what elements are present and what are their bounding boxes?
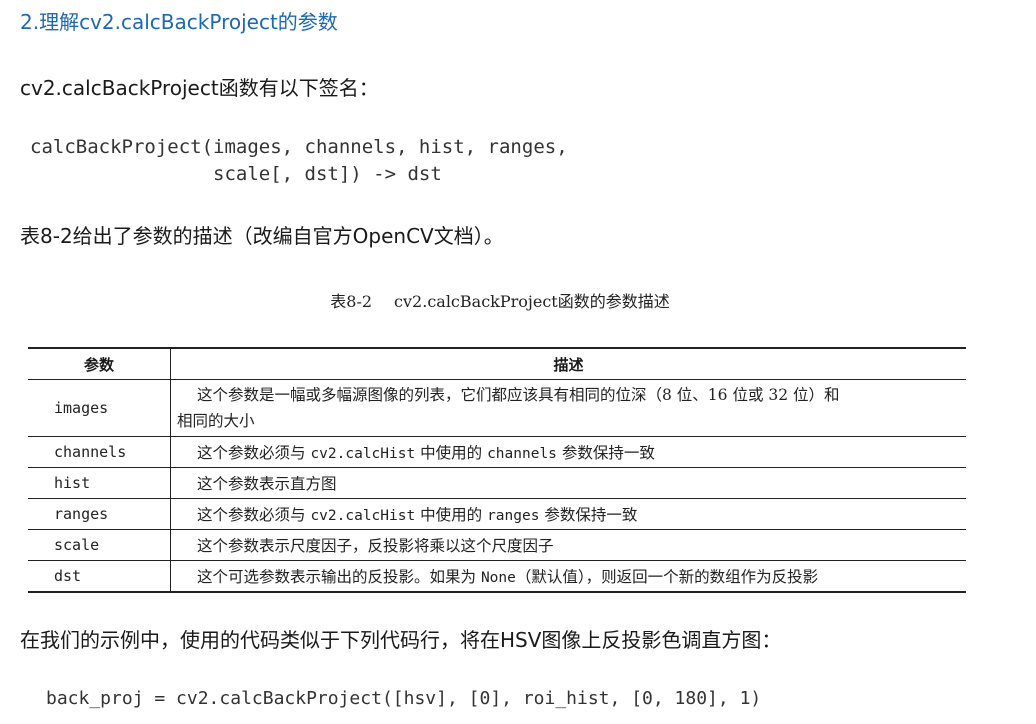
desc-text: 中使用的 <box>415 506 488 524</box>
param-desc: 这个参数表示直方图 <box>170 467 966 499</box>
table-caption-title: cv2.calcBackProject函数的参数描述 <box>394 292 670 311</box>
desc-text: 参数保持一致 <box>539 506 638 524</box>
param-desc: 这个参数必须与 cv2.calcHist 中使用的 channels 参数保持一… <box>170 436 966 468</box>
table-row: scale 这个参数表示尺度因子，反投影将乘以这个尺度因子 <box>28 529 966 561</box>
table-caption: 表8-2 cv2.calcBackProject函数的参数描述 <box>0 288 1000 312</box>
desc-code: channels <box>487 446 557 462</box>
desc-text: （默认值），则返回一个新的数组作为反投影 <box>515 568 819 586</box>
desc-text: 这个参数表示尺度因子，反投影将乘以这个尺度因子 <box>197 537 554 555</box>
param-desc-line-2: 相同的大小 <box>177 412 255 430</box>
desc-text: 中使用的 <box>415 444 488 462</box>
desc-code: cv2.calcHist <box>310 508 416 524</box>
param-desc: 这个参数是一幅或多幅源图像的列表，它们都应该具有相同的位深（8 位、16 位或 … <box>170 379 966 437</box>
signature-code-line-2: scale[, dst]) -> dst <box>30 163 442 185</box>
param-desc: 这个参数表示尺度因子，反投影将乘以这个尺度因子 <box>170 529 966 561</box>
desc-text: 这个参数必须与 <box>197 444 311 462</box>
desc-code: cv2.calcHist <box>310 446 416 462</box>
table-header-row: 参数 描述 <box>28 348 966 380</box>
table-row: hist 这个参数表示直方图 <box>28 467 966 499</box>
table-intro: 表8-2给出了参数的描述（改编自官方OpenCV文档）。 <box>20 224 504 248</box>
desc-text: 这个可选参数表示输出的反投影。如果为 <box>197 568 481 586</box>
param-name: ranges <box>28 498 171 530</box>
param-name: scale <box>28 529 171 561</box>
param-name: dst <box>28 560 171 592</box>
param-name: hist <box>28 467 171 499</box>
desc-code: None <box>480 570 516 586</box>
header-desc: 描述 <box>170 348 966 380</box>
table-row: dst 这个可选参数表示输出的反投影。如果为 None（默认值），则返回一个新的… <box>28 560 967 593</box>
param-name: images <box>28 379 171 437</box>
desc-code: ranges <box>487 508 540 524</box>
desc-text: 这个参数表示直方图 <box>197 475 337 493</box>
signature-intro: cv2.calcBackProject函数有以下签名： <box>20 76 379 100</box>
desc-text: 这个参数必须与 <box>197 506 311 524</box>
example-code: back_proj = cv2.calcBackProject([hsv], [… <box>46 688 762 709</box>
parameter-table: 参数 描述 images 这个参数是一幅或多幅源图像的列表，它们都应该具有相同的… <box>28 347 966 593</box>
desc-text: 参数保持一致 <box>556 444 655 462</box>
param-desc: 这个参数必须与 cv2.calcHist 中使用的 ranges 参数保持一致 <box>170 498 966 530</box>
param-desc: 这个可选参数表示输出的反投影。如果为 None（默认值），则返回一个新的数组作为… <box>171 561 967 593</box>
section-heading: 2.理解cv2.calcBackProject的参数 <box>20 10 338 34</box>
example-intro: 在我们的示例中，使用的代码类似于下列代码行，将在HSV图像上反投影色调直方图： <box>20 628 782 652</box>
table-row: ranges 这个参数必须与 cv2.calcHist 中使用的 ranges … <box>28 498 966 530</box>
table-caption-number: 表8-2 <box>330 292 373 311</box>
param-desc-line-1: 这个参数是一幅或多幅源图像的列表，它们都应该具有相同的位深（8 位、16 位或 … <box>197 386 840 404</box>
header-param: 参数 <box>28 348 171 380</box>
signature-code-line-1: calcBackProject(images, channels, hist, … <box>30 136 568 158</box>
table-row: images 这个参数是一幅或多幅源图像的列表，它们都应该具有相同的位深（8 位… <box>28 379 966 437</box>
table-row: channels 这个参数必须与 cv2.calcHist 中使用的 chann… <box>28 436 966 468</box>
param-name: channels <box>28 436 171 468</box>
